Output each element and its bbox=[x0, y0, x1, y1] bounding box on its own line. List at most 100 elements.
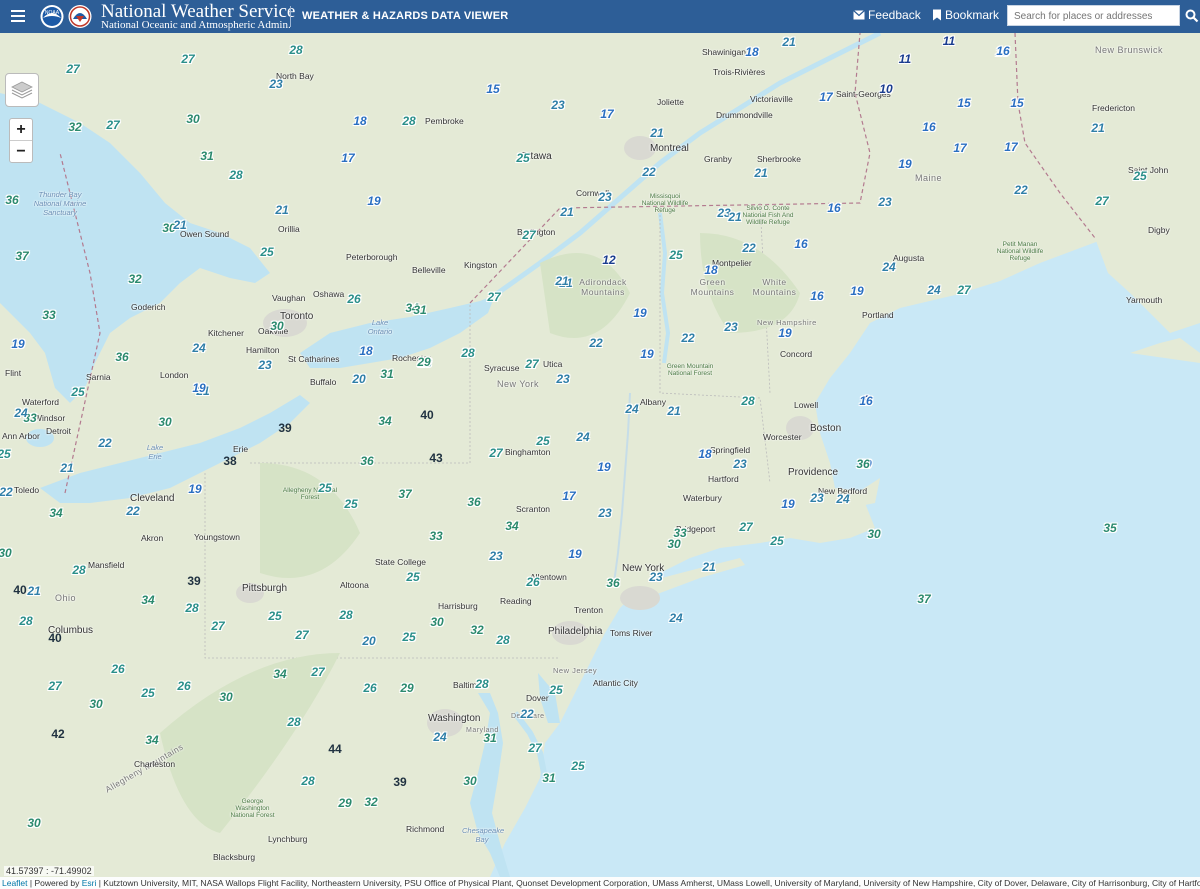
temperature-value[interactable]: 33 bbox=[42, 309, 55, 321]
temperature-value[interactable]: 26 bbox=[363, 682, 376, 694]
temperature-value[interactable]: 27 bbox=[106, 119, 119, 131]
temperature-value[interactable]: 27 bbox=[311, 666, 324, 678]
zoom-in-button[interactable]: + bbox=[10, 119, 32, 140]
temperature-value[interactable]: 22 bbox=[1014, 184, 1027, 196]
temperature-value[interactable]: 10 bbox=[879, 83, 892, 95]
temperature-value[interactable]: 21 bbox=[173, 219, 186, 231]
temperature-value[interactable]: 24 bbox=[927, 284, 940, 296]
temperature-value[interactable]: 28 bbox=[72, 564, 85, 576]
temperature-value[interactable]: 23 bbox=[551, 99, 564, 111]
temperature-value[interactable]: 23 bbox=[556, 373, 569, 385]
temperature-value[interactable]: 22 bbox=[126, 505, 139, 517]
temperature-value[interactable]: 24 bbox=[192, 342, 205, 354]
temperature-value[interactable]: 36 bbox=[115, 351, 128, 363]
temperature-value[interactable]: 29 bbox=[400, 682, 413, 694]
temperature-value[interactable]: 31 bbox=[200, 150, 213, 162]
temperature-value[interactable]: 30 bbox=[0, 547, 12, 559]
temperature-value[interactable]: 25 bbox=[1133, 170, 1146, 182]
temperature-value[interactable]: 39 bbox=[187, 575, 200, 587]
temperature-value[interactable]: 23 bbox=[810, 492, 823, 504]
temperature-value[interactable]: 18 bbox=[704, 264, 717, 276]
temperature-value[interactable]: 36 bbox=[360, 455, 373, 467]
layers-button[interactable] bbox=[5, 73, 39, 107]
temperature-value[interactable]: 21 bbox=[555, 275, 568, 287]
temperature-value[interactable]: 27 bbox=[181, 53, 194, 65]
temperature-value[interactable]: 21 bbox=[1091, 122, 1104, 134]
temperature-value[interactable]: 31 bbox=[413, 304, 426, 316]
temperature-value[interactable]: 16 bbox=[794, 238, 807, 250]
temperature-value[interactable]: 27 bbox=[489, 447, 502, 459]
temperature-value[interactable]: 27 bbox=[522, 229, 535, 241]
temperature-value[interactable]: 11 bbox=[943, 35, 955, 47]
temperature-value[interactable]: 23 bbox=[598, 191, 611, 203]
temperature-value[interactable]: 21 bbox=[754, 167, 767, 179]
temperature-value[interactable]: 28 bbox=[19, 615, 32, 627]
temperature-value[interactable]: 24 bbox=[576, 431, 589, 443]
temperature-value[interactable]: 30 bbox=[89, 698, 102, 710]
temperature-value[interactable]: 19 bbox=[597, 461, 610, 473]
temperature-value[interactable]: 32 bbox=[128, 273, 141, 285]
temperature-value[interactable]: 19 bbox=[192, 382, 205, 394]
temperature-value[interactable]: 16 bbox=[827, 202, 840, 214]
temperature-value[interactable]: 30 bbox=[270, 320, 283, 332]
temperature-value[interactable]: 38 bbox=[223, 455, 236, 467]
temperature-value[interactable]: 19 bbox=[633, 307, 646, 319]
temperature-value[interactable]: 23 bbox=[878, 196, 891, 208]
temperature-value[interactable]: 25 bbox=[536, 435, 549, 447]
temperature-value[interactable]: 31 bbox=[380, 368, 393, 380]
temperature-value[interactable]: 24 bbox=[836, 493, 849, 505]
temperature-value[interactable]: 30 bbox=[667, 538, 680, 550]
temperature-value[interactable]: 25 bbox=[406, 571, 419, 583]
temperature-value[interactable]: 20 bbox=[362, 635, 375, 647]
temperature-value[interactable]: 17 bbox=[341, 152, 354, 164]
temperature-value[interactable]: 25 bbox=[549, 684, 562, 696]
temperature-value[interactable]: 25 bbox=[344, 498, 357, 510]
temperature-value[interactable]: 19 bbox=[11, 338, 24, 350]
temperature-value[interactable]: 26 bbox=[347, 293, 360, 305]
temperature-value[interactable]: 21 bbox=[667, 405, 680, 417]
map-area[interactable]: Maine New York New Hampshire Ohio New Je… bbox=[0, 33, 1200, 877]
temperature-value[interactable]: 25 bbox=[268, 610, 281, 622]
temperature-value[interactable]: 15 bbox=[957, 97, 970, 109]
temperature-value[interactable]: 18 bbox=[698, 448, 711, 460]
temperature-value[interactable]: 27 bbox=[525, 358, 538, 370]
temperature-value[interactable]: 16 bbox=[996, 45, 1009, 57]
temperature-value[interactable]: 24 bbox=[433, 731, 446, 743]
temperature-value[interactable]: 25 bbox=[571, 760, 584, 772]
temperature-value[interactable]: 28 bbox=[461, 347, 474, 359]
temperature-value[interactable]: 43 bbox=[429, 452, 442, 464]
temperature-value[interactable]: 27 bbox=[739, 521, 752, 533]
temperature-value[interactable]: 28 bbox=[185, 602, 198, 614]
temperature-value[interactable]: 22 bbox=[520, 708, 533, 720]
temperature-value[interactable]: 37 bbox=[398, 488, 411, 500]
temperature-value[interactable]: 21 bbox=[27, 585, 40, 597]
temperature-value[interactable]: 28 bbox=[289, 44, 302, 56]
temperature-value[interactable]: 26 bbox=[111, 663, 124, 675]
esri-link[interactable]: Esri bbox=[82, 878, 97, 888]
temperature-value[interactable]: 19 bbox=[188, 483, 201, 495]
temperature-value[interactable]: 32 bbox=[364, 796, 377, 808]
temperature-value[interactable]: 27 bbox=[48, 680, 61, 692]
temperature-value[interactable]: 23 bbox=[269, 78, 282, 90]
temperature-value[interactable]: 17 bbox=[953, 142, 966, 154]
temperature-value[interactable]: 24 bbox=[669, 612, 682, 624]
temperature-value[interactable]: 42 bbox=[51, 728, 64, 740]
temperature-value[interactable]: 21 bbox=[275, 204, 288, 216]
temperature-value[interactable]: 26 bbox=[526, 576, 539, 588]
temperature-value[interactable]: 25 bbox=[770, 535, 783, 547]
temperature-value[interactable]: 30 bbox=[186, 113, 199, 125]
temperature-value[interactable]: 37 bbox=[917, 593, 930, 605]
temperature-value[interactable]: 21 bbox=[650, 127, 663, 139]
zoom-out-button[interactable]: − bbox=[10, 140, 32, 162]
temperature-value[interactable]: 24 bbox=[625, 403, 638, 415]
temperature-value[interactable]: 37 bbox=[15, 250, 28, 262]
temperature-value[interactable]: 31 bbox=[542, 772, 555, 784]
temperature-value[interactable]: 21 bbox=[560, 206, 573, 218]
temperature-value[interactable]: 19 bbox=[568, 548, 581, 560]
feedback-link[interactable]: Feedback bbox=[853, 8, 921, 22]
temperature-value[interactable]: 28 bbox=[741, 395, 754, 407]
temperature-value[interactable]: 18 bbox=[353, 115, 366, 127]
temperature-value[interactable]: 16 bbox=[922, 121, 935, 133]
temperature-value[interactable]: 23 bbox=[258, 359, 271, 371]
temperature-value[interactable]: 27 bbox=[487, 291, 500, 303]
